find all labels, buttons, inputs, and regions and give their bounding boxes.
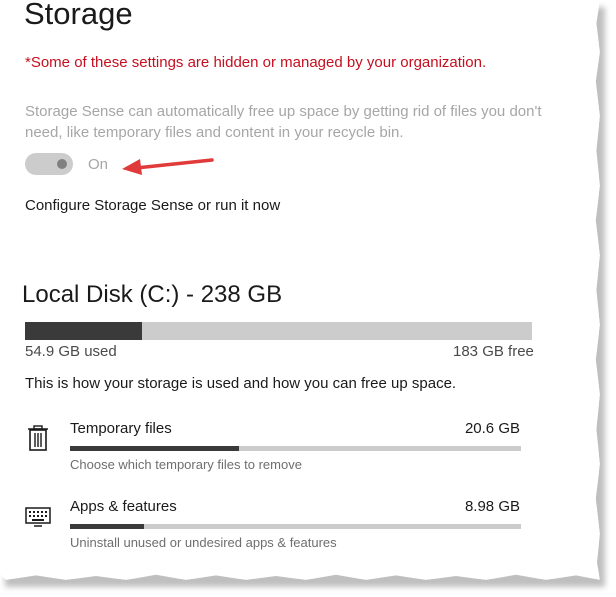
category-usage-bar xyxy=(70,524,521,529)
category-description: Choose which temporary files to remove xyxy=(70,457,302,472)
storage-settings-page: Storage *Some of these settings are hidd… xyxy=(0,0,600,580)
annotation-arrow-icon xyxy=(122,158,214,175)
disk-usage-bar xyxy=(25,322,532,340)
toggle-knob xyxy=(57,159,67,169)
managed-notice: *Some of these settings are hidden or ma… xyxy=(25,54,487,71)
page-title: Storage xyxy=(24,0,133,31)
storage-sense-toggle-label: On xyxy=(88,156,109,173)
disk-usage-bar-fill xyxy=(25,322,142,340)
category-apps-features[interactable]: Apps & features 8.98 GB Uninstall unused… xyxy=(20,494,530,554)
configure-storage-sense-link[interactable]: Configure Storage Sense or run it now xyxy=(25,197,280,214)
trash-icon xyxy=(28,425,48,451)
category-name: Apps & features xyxy=(70,498,177,515)
usage-info-text: This is how your storage is used and how… xyxy=(25,375,457,392)
category-usage-bar-fill xyxy=(70,524,145,529)
storage-sense-description: Storage Sense can automatically free up … xyxy=(25,103,542,141)
category-usage-bar xyxy=(70,446,521,451)
local-disk-title: Local Disk (C:) - 238 GB xyxy=(22,281,283,308)
disk-used-label: 54.9 GB used xyxy=(25,343,117,360)
category-name: Temporary files xyxy=(70,420,172,437)
category-size: 20.6 GB xyxy=(464,420,520,437)
keyboard-icon xyxy=(25,507,51,527)
category-usage-bar-fill xyxy=(70,446,240,451)
storage-sense-toggle[interactable] xyxy=(25,153,73,175)
category-description: Uninstall unused or undesired apps & fea… xyxy=(70,535,337,550)
category-size: 8.98 GB xyxy=(464,498,520,515)
category-temporary-files[interactable]: Temporary files 20.6 GB Choose which tem… xyxy=(20,416,530,476)
disk-free-label: 183 GB free xyxy=(453,343,534,360)
